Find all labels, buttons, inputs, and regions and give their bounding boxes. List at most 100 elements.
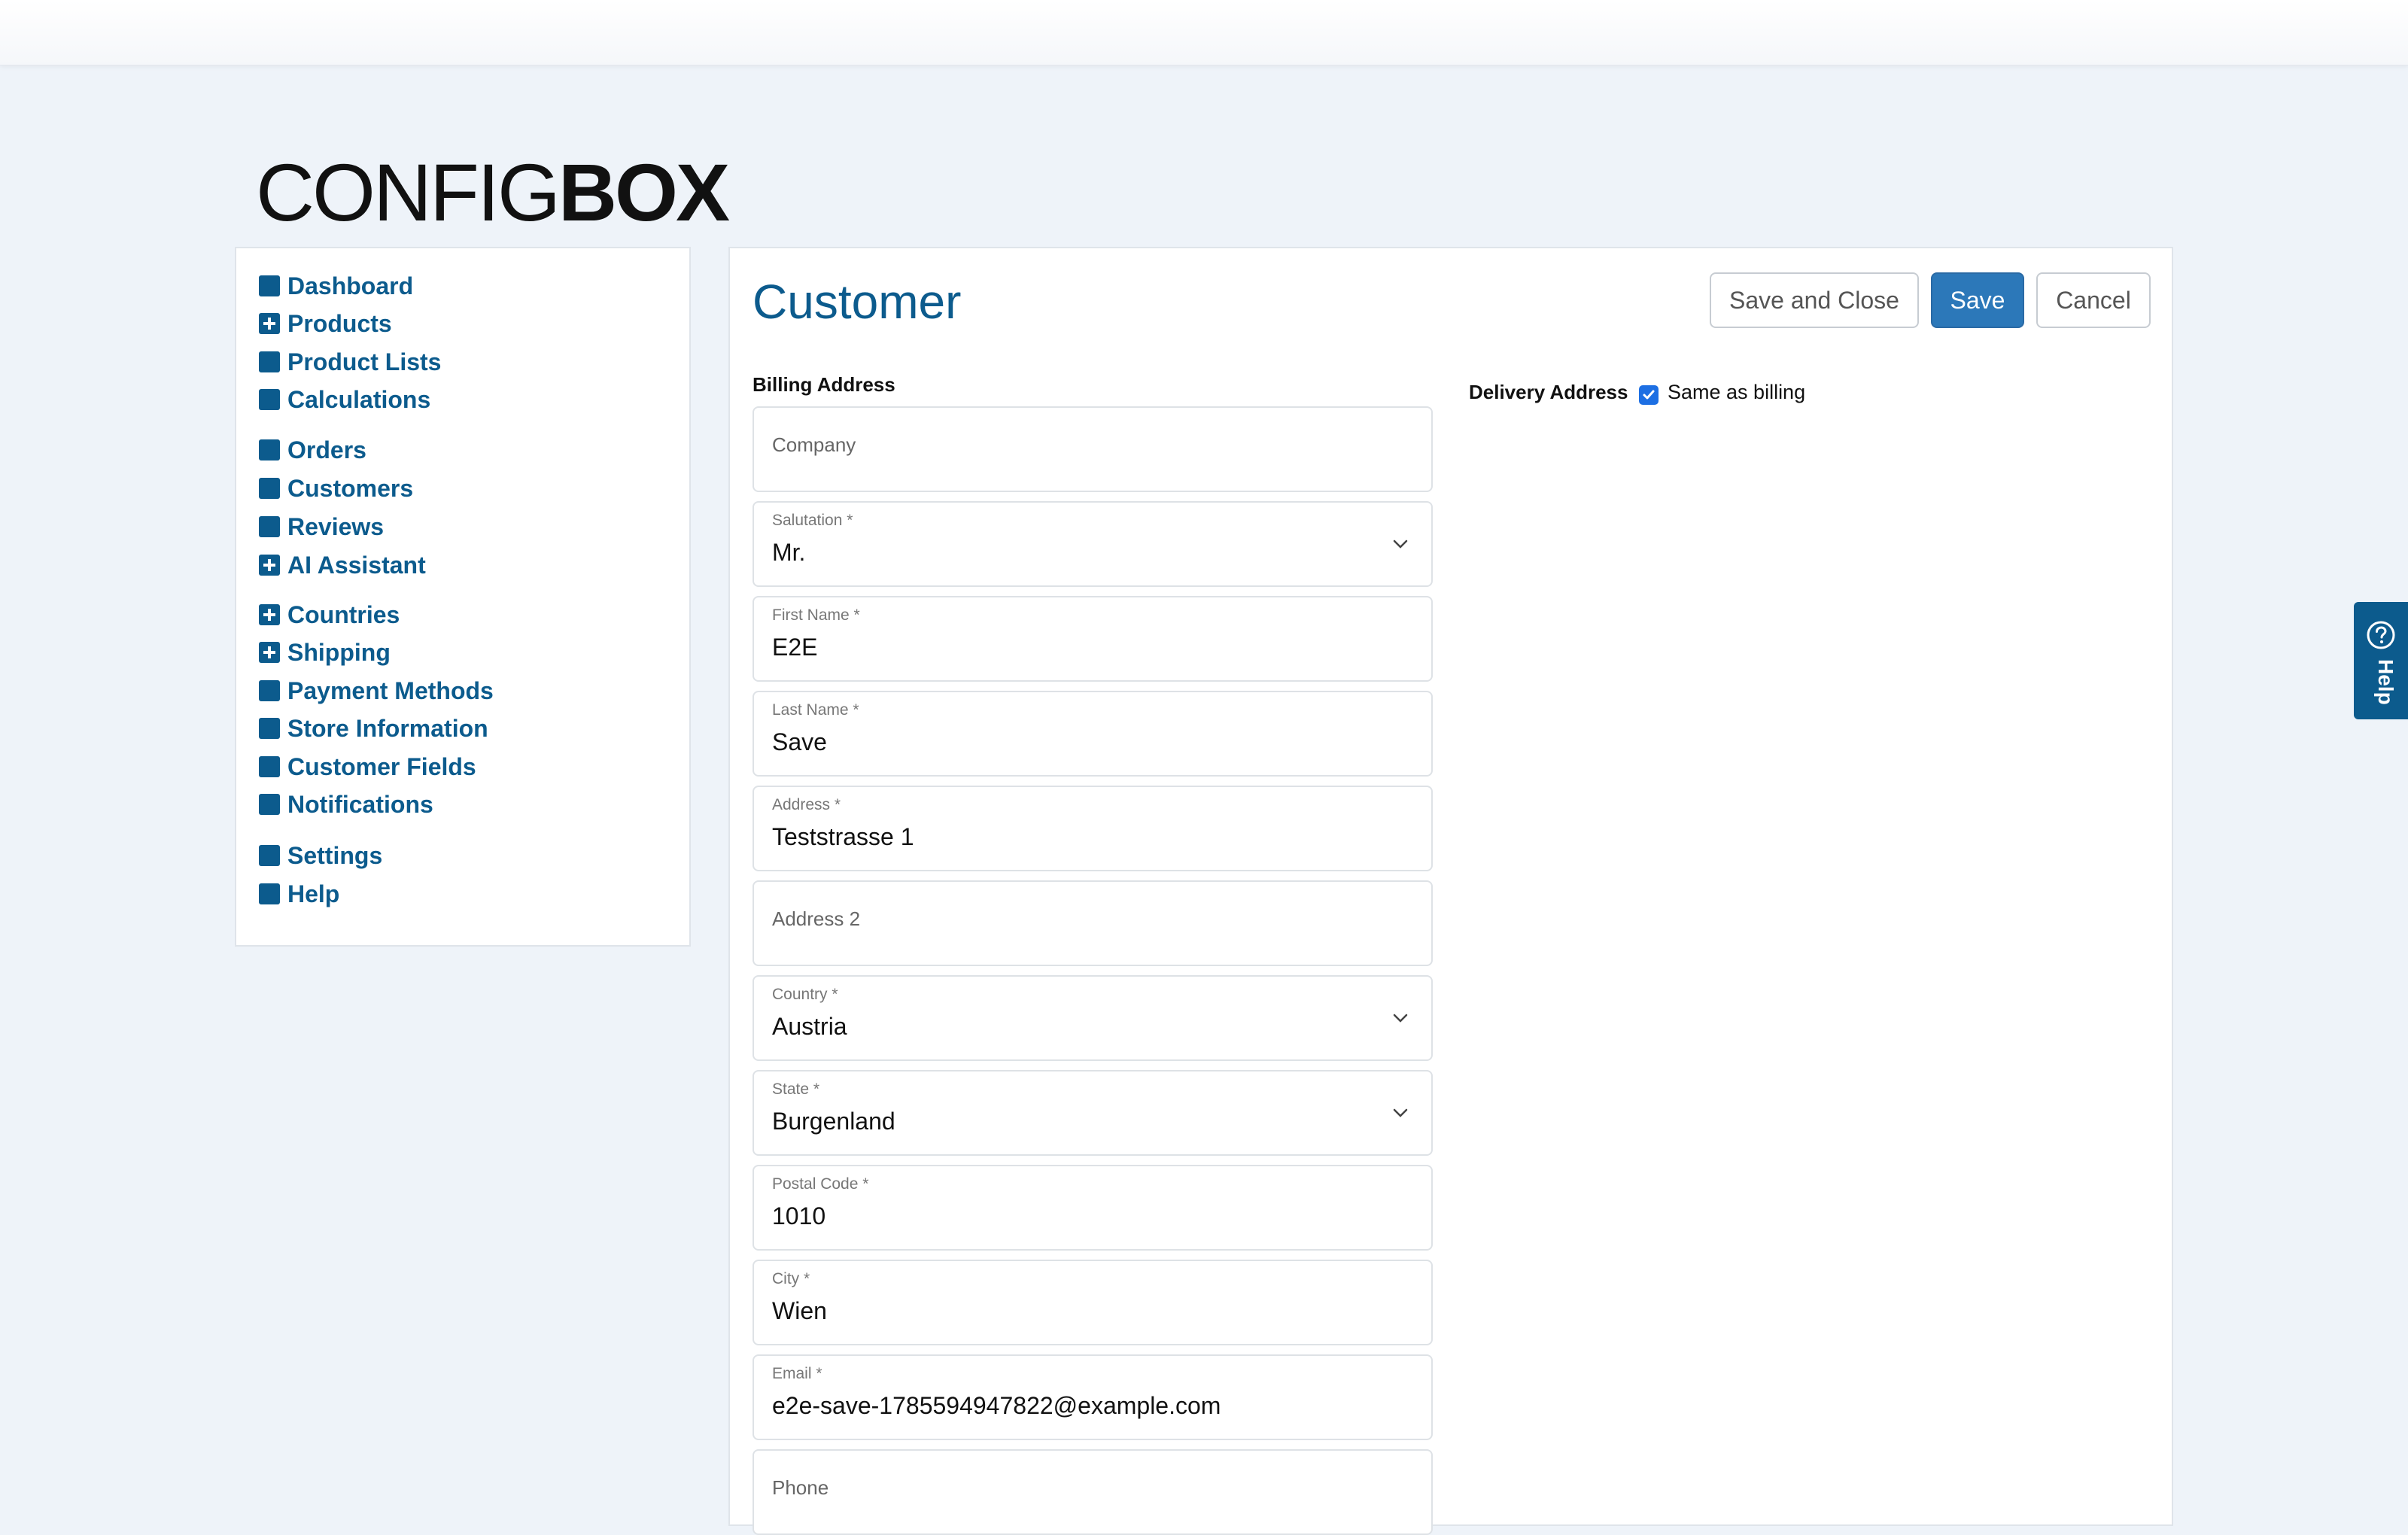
- cancel-button[interactable]: Cancel: [2036, 272, 2151, 328]
- square-icon: [259, 389, 280, 410]
- question-circle-icon: [2367, 621, 2395, 649]
- sidebar-item-payment-methods[interactable]: Payment Methods: [259, 676, 494, 706]
- sidebar-item-label: Calculations: [287, 385, 431, 413]
- sidebar-item-label: Payment Methods: [287, 676, 494, 704]
- configbox-logo: CONFIGBOX: [256, 147, 730, 238]
- last-name-field[interactable]: Last Name * Save: [752, 691, 1433, 777]
- square-icon: [259, 794, 280, 815]
- sidebar-item-shipping[interactable]: Shipping: [259, 637, 391, 667]
- plus-box-icon[interactable]: [259, 313, 280, 334]
- delivery-address-heading: Delivery Address: [1469, 381, 1628, 403]
- page-title: Customer: [752, 275, 962, 329]
- country-select[interactable]: Country * Austria: [752, 975, 1433, 1061]
- sidebar-item-store-information[interactable]: Store Information: [259, 713, 488, 743]
- last-name-value: Save: [772, 728, 827, 755]
- first-name-label: First Name *: [772, 606, 860, 624]
- postal-code-label: Postal Code *: [772, 1175, 869, 1193]
- square-icon: [259, 516, 280, 537]
- sidebar-item-products[interactable]: Products: [259, 309, 392, 339]
- sidebar-item-product-lists[interactable]: Product Lists: [259, 347, 441, 377]
- sidebar-item-label: Countries: [287, 600, 400, 628]
- square-icon: [259, 478, 280, 499]
- sidebar-item-label: Product Lists: [287, 348, 442, 375]
- same-as-billing-checkbox[interactable]: [1639, 385, 1659, 405]
- sidebar-item-label: Dashboard: [287, 272, 414, 299]
- sidebar-item-label: Products: [287, 309, 392, 337]
- company-field[interactable]: Company: [752, 406, 1433, 492]
- square-icon: [259, 756, 280, 777]
- sidebar-item-orders[interactable]: Orders: [259, 435, 366, 465]
- postal-code-value: 1010: [772, 1202, 826, 1230]
- chevron-down-icon: [1393, 540, 1408, 549]
- plus-box-icon[interactable]: [259, 555, 280, 576]
- state-label: State *: [772, 1081, 820, 1098]
- sidebar-nav: Dashboard Products Product Lists Calcula…: [235, 247, 691, 947]
- first-name-field[interactable]: First Name * E2E: [752, 596, 1433, 682]
- sidebar-item-reviews[interactable]: Reviews: [259, 512, 384, 542]
- address-label: Address *: [772, 796, 841, 813]
- phone-placeholder: Phone: [772, 1476, 829, 1499]
- billing-address-heading: Billing Address: [752, 373, 895, 396]
- sidebar-item-dashboard[interactable]: Dashboard: [259, 271, 413, 301]
- postal-code-field[interactable]: Postal Code * 1010: [752, 1165, 1433, 1251]
- customer-form-panel: Customer Save and Close Save Cancel Bill…: [728, 247, 2173, 1535]
- company-placeholder: Company: [772, 433, 856, 456]
- state-select[interactable]: State * Burgenland: [752, 1070, 1433, 1156]
- sidebar-item-label: Shipping: [287, 638, 391, 666]
- phone-field[interactable]: Phone: [752, 1449, 1433, 1535]
- state-value: Burgenland: [772, 1108, 895, 1135]
- square-icon: [259, 845, 280, 866]
- sidebar-item-label: Customers: [287, 474, 414, 502]
- plus-box-icon[interactable]: [259, 604, 280, 625]
- top-bar: [0, 0, 2408, 65]
- city-label: City *: [772, 1270, 810, 1287]
- salutation-value: Mr.: [772, 539, 806, 566]
- sidebar-item-label: Orders: [287, 436, 366, 464]
- sidebar-item-customer-fields[interactable]: Customer Fields: [259, 752, 476, 782]
- address-field[interactable]: Address * Teststrasse 1: [752, 786, 1433, 871]
- email-field[interactable]: Email * e2e-save-1785594947822@example.c…: [752, 1354, 1433, 1440]
- sidebar-item-help[interactable]: Help: [259, 879, 339, 909]
- same-as-billing-label[interactable]: Same as billing: [1668, 381, 1805, 404]
- square-icon: [259, 718, 280, 739]
- square-icon: [259, 680, 280, 701]
- sidebar-item-settings[interactable]: Settings: [259, 840, 382, 871]
- save-button[interactable]: Save: [1931, 272, 2024, 328]
- sidebar-item-customers[interactable]: Customers: [259, 473, 413, 503]
- sidebar-item-calculations[interactable]: Calculations: [259, 385, 430, 415]
- sidebar-item-label: Help: [287, 880, 340, 907]
- save-and-close-button[interactable]: Save and Close: [1710, 272, 1919, 328]
- sidebar-item-label: Store Information: [287, 714, 488, 742]
- square-icon: [259, 275, 280, 296]
- sidebar-item-label: Reviews: [287, 512, 385, 540]
- address-2-placeholder: Address 2: [772, 907, 861, 930]
- email-label: Email *: [772, 1365, 822, 1382]
- chevron-down-icon: [1393, 1014, 1408, 1023]
- address-value: Teststrasse 1: [772, 823, 914, 850]
- country-value: Austria: [772, 1013, 847, 1040]
- plus-box-icon[interactable]: [259, 642, 280, 663]
- email-value: e2e-save-1785594947822@example.com: [772, 1392, 1221, 1419]
- first-name-value: E2E: [772, 634, 818, 661]
- sidebar-item-notifications[interactable]: Notifications: [259, 789, 433, 819]
- sidebar-item-countries[interactable]: Countries: [259, 600, 400, 630]
- salutation-select[interactable]: Salutation * Mr.: [752, 501, 1433, 587]
- square-icon: [259, 439, 280, 460]
- square-icon: [259, 351, 280, 372]
- sidebar-item-ai-assistant[interactable]: AI Assistant: [259, 550, 426, 580]
- help-tab[interactable]: Help: [2354, 602, 2408, 719]
- sidebar-item-label: Settings: [287, 841, 383, 869]
- salutation-label: Salutation *: [772, 512, 853, 529]
- address-2-field[interactable]: Address 2: [752, 880, 1433, 966]
- sidebar-item-label: Customer Fields: [287, 752, 476, 780]
- checkmark-icon: [1643, 390, 1655, 400]
- chevron-down-icon: [1393, 1108, 1408, 1117]
- city-field[interactable]: City * Wien: [752, 1260, 1433, 1345]
- sidebar-item-label: Notifications: [287, 790, 433, 818]
- sidebar-item-label: AI Assistant: [287, 551, 426, 579]
- help-tab-label: Help: [2374, 659, 2397, 705]
- city-value: Wien: [772, 1297, 827, 1324]
- country-label: Country *: [772, 986, 838, 1003]
- last-name-label: Last Name *: [772, 701, 859, 719]
- square-icon: [259, 883, 280, 904]
